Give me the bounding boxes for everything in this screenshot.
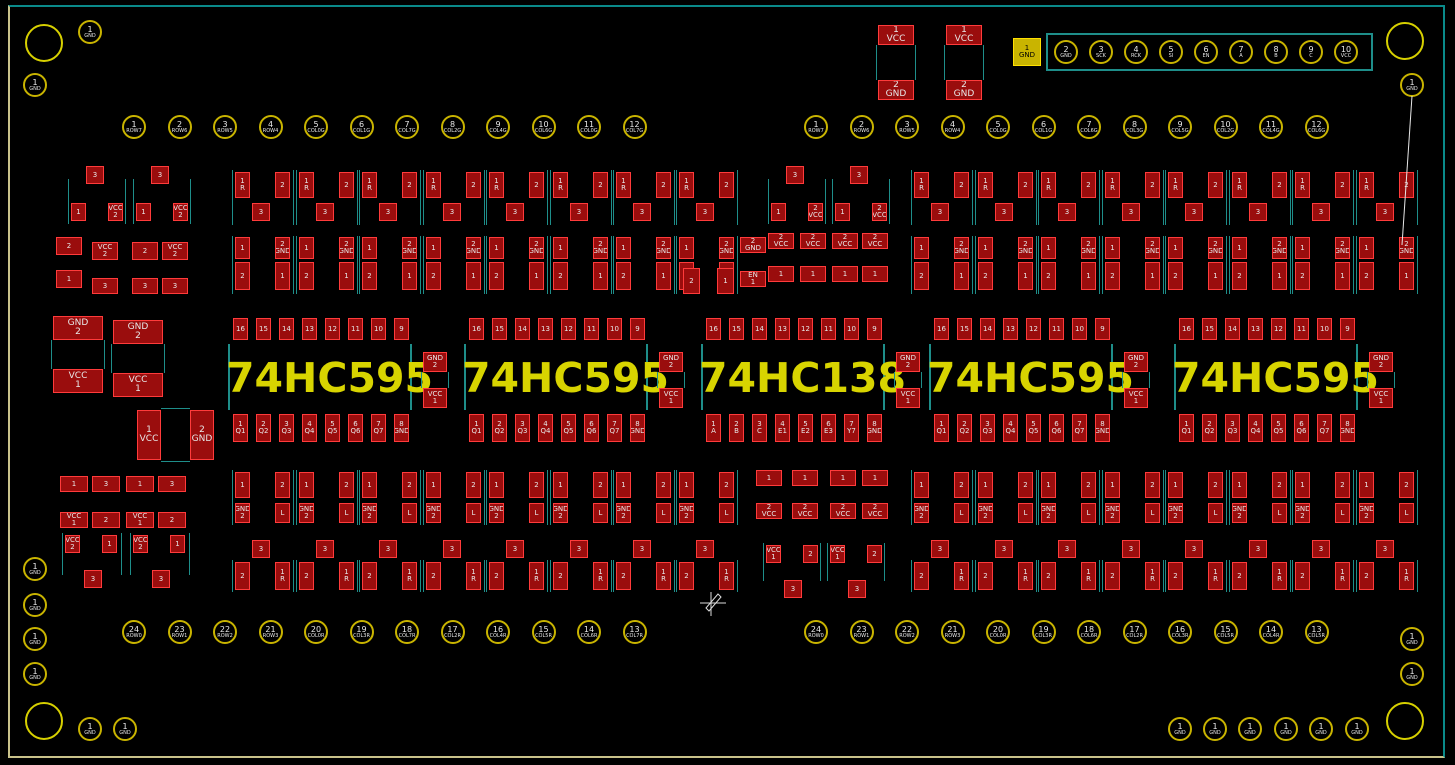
edit-cursor-icon: [700, 592, 726, 616]
ratsnest-line: [1401, 95, 1413, 246]
pcb-layout-canvas[interactable]: 1 GND 2 GND 3 SCK 4 RCK 5 SI 6 EN 7 A 8 B 9 C 10 VCC 1 VCC 2…: [0, 0, 1455, 765]
